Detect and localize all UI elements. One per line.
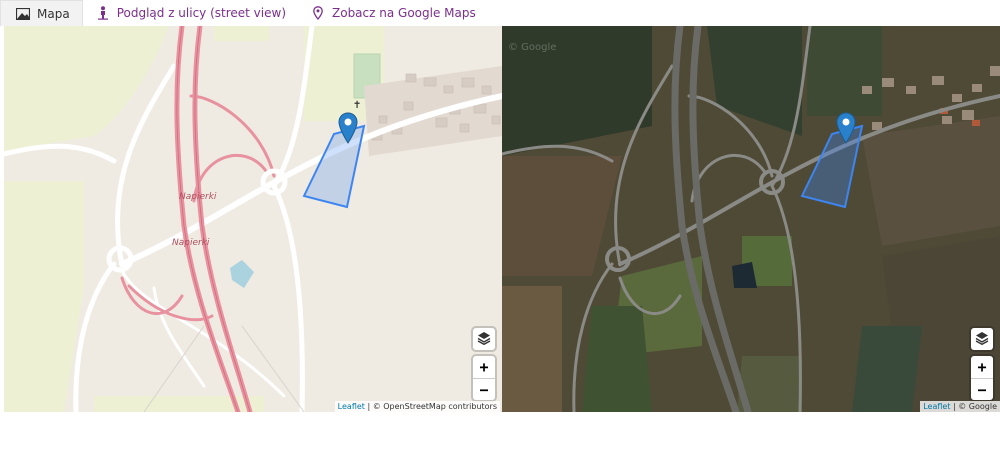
layers-icon [477,330,491,349]
leaflet-link[interactable]: Leaflet [338,402,365,411]
street-map-canvas [4,26,502,412]
tab-google-maps[interactable]: Zobacz na Google Maps [298,0,488,26]
street-map[interactable]: Napierki Napierki ✝ + − Leaflet | © Open… [4,26,502,412]
leaflet-link[interactable]: Leaflet [923,402,950,411]
location-marker[interactable] [836,112,856,144]
satellite-map[interactable]: © Google + − Leaflet | © Google [502,26,1000,412]
tab-map-label: Mapa [37,6,70,21]
tab-google-maps-label: Zobacz na Google Maps [332,6,476,20]
tab-street-view-label: Podgląd z ulicy (street view) [116,6,286,20]
tab-map[interactable]: Mapa [0,0,83,26]
street-label: Napierki [179,192,217,202]
layers-button[interactable] [473,328,495,350]
pin-icon [310,5,326,21]
zoom-control: + − [473,356,495,400]
satellite-map-canvas [502,26,1000,412]
zoom-control: + − [971,356,993,400]
zoom-in-button[interactable]: + [473,356,495,378]
church-symbol: ✝ [353,100,362,111]
zoom-in-button[interactable]: + [971,356,993,378]
attribution-text: | © OpenStreetMap contributors [364,402,497,411]
street-label: Napierki [172,238,210,248]
attribution-text: | © Google [950,402,997,411]
person-icon [95,5,111,21]
zoom-out-button[interactable]: − [473,378,495,400]
layers-button[interactable] [971,328,993,350]
map-attribution: Leaflet | © Google [920,401,1000,412]
location-marker[interactable] [338,112,358,144]
view-tabs: Mapa Podgląd z ulicy (street view) Zobac… [0,0,1000,26]
map-icon [15,6,31,22]
zoom-out-button[interactable]: − [971,378,993,400]
layers-icon [975,330,989,349]
map-attribution: Leaflet | © OpenStreetMap contributors [334,401,500,412]
tab-street-view[interactable]: Podgląd z ulicy (street view) [83,0,298,26]
google-watermark: © Google [508,42,557,53]
